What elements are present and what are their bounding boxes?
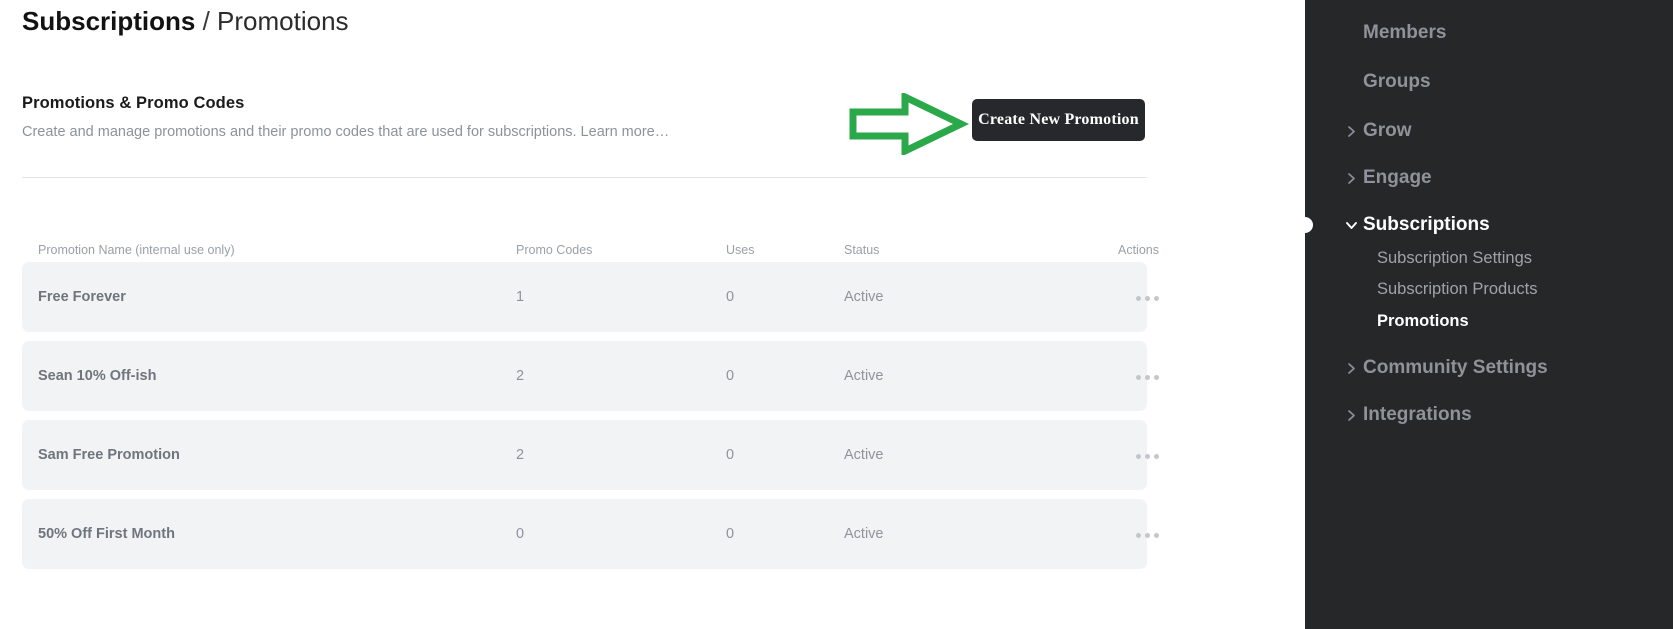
row-actions-menu-icon[interactable]	[1089, 533, 1159, 538]
table-row[interactable]: Sean 10% Off-ish 2 0 Active	[22, 341, 1159, 411]
active-section-indicator	[1305, 217, 1313, 233]
column-header-actions: Actions	[1118, 243, 1159, 257]
sidebar-item-label: Members	[1363, 22, 1447, 43]
cell-promotion-name: Sam Free Promotion	[38, 447, 180, 463]
row-actions-menu-icon[interactable]	[1089, 296, 1159, 301]
sidebar-item-label: Engage	[1363, 167, 1432, 188]
cell-promotion-name: Free Forever	[38, 289, 126, 305]
table-row[interactable]: Sam Free Promotion 2 0 Active	[22, 420, 1159, 490]
cell-actions	[1089, 367, 1159, 385]
status-badge: Active	[844, 526, 884, 542]
row-actions-menu-icon[interactable]	[1089, 454, 1159, 459]
main-content: Subscriptions / Promotions Promotions & …	[0, 0, 1305, 629]
cell-promo-codes: 0	[516, 526, 525, 542]
cell-promo-codes: 1	[516, 289, 525, 305]
cell-actions	[1089, 288, 1159, 306]
app-root: Subscriptions / Promotions Promotions & …	[0, 0, 1673, 629]
column-header-status: Status	[844, 243, 880, 257]
cell-actions	[1089, 525, 1159, 543]
chevron-right-icon	[1345, 172, 1358, 185]
chevron-right-icon	[1345, 125, 1358, 138]
sidebar-subitem-label: Subscription Settings	[1377, 248, 1533, 267]
table-header-row: Promotion Name (internal use only) Promo…	[22, 238, 1159, 262]
cell-promo-codes: 2	[516, 447, 525, 463]
breadcrumb-separator: /	[195, 6, 218, 36]
sidebar: Members Groups Grow Engage Subscriptions Comm…	[1305, 0, 1673, 629]
cell-promotion-name: 50% Off First Month	[38, 526, 175, 542]
cell-uses: 0	[726, 447, 735, 463]
status-badge: Active	[844, 447, 884, 463]
column-header-name: Promotion Name (internal use only)	[38, 243, 235, 257]
column-header-uses: Uses	[726, 243, 755, 257]
cell-uses: 0	[726, 368, 735, 384]
chevron-right-icon	[1345, 362, 1358, 375]
create-new-promotion-button[interactable]: Create New Promotion	[972, 99, 1145, 141]
chevron-right-icon	[1345, 409, 1358, 422]
cell-promotion-name: Sean 10% Off-ish	[38, 368, 157, 384]
promotions-table: Promotion Name (internal use only) Promo…	[22, 238, 1159, 578]
breadcrumb-current: Promotions	[217, 6, 349, 36]
sidebar-subitem-label: Promotions	[1377, 311, 1469, 330]
page-title: Promotions & Promo Codes	[22, 94, 245, 112]
sidebar-item-label: Integrations	[1363, 404, 1472, 425]
row-actions-menu-icon[interactable]	[1089, 375, 1159, 380]
header-divider	[22, 177, 1147, 178]
breadcrumb-parent[interactable]: Subscriptions	[22, 6, 195, 36]
column-header-codes: Promo Codes	[516, 243, 593, 257]
status-badge: Active	[844, 289, 884, 305]
sidebar-subitem-label: Subscription Products	[1377, 279, 1538, 298]
breadcrumb: Subscriptions / Promotions	[22, 4, 349, 38]
cell-actions	[1089, 446, 1159, 464]
sidebar-item-label: Community Settings	[1363, 357, 1548, 378]
sidebar-item-label: Subscriptions	[1363, 214, 1490, 235]
table-row[interactable]: 50% Off First Month 0 0 Active	[22, 499, 1159, 569]
cell-uses: 0	[726, 289, 735, 305]
table-row[interactable]: Free Forever 1 0 Active	[22, 262, 1159, 332]
cell-promo-codes: 2	[516, 368, 525, 384]
status-badge: Active	[844, 368, 884, 384]
sidebar-item-label: Groups	[1363, 71, 1431, 92]
arrow-right-icon	[845, 91, 970, 157]
page-subtitle: Create and manage promotions and their p…	[22, 124, 670, 140]
chevron-down-icon	[1345, 219, 1358, 232]
cell-uses: 0	[726, 526, 735, 542]
sidebar-item-label: Grow	[1363, 120, 1412, 141]
